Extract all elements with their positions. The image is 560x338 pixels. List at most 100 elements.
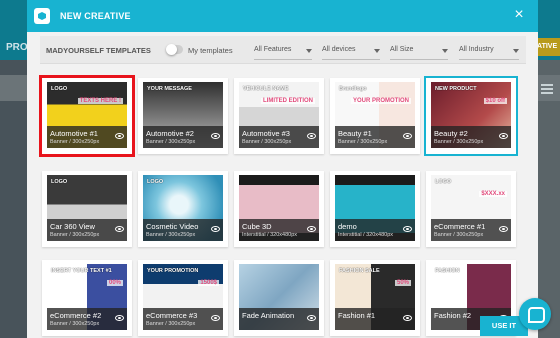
preview-eye-icon[interactable] [403, 226, 412, 232]
my-templates-toggle[interactable] [166, 44, 183, 55]
template-size: Interstitial / 320x480px [242, 232, 298, 238]
template-name: Beauty #1 [338, 129, 372, 138]
menu-icon[interactable] [541, 84, 553, 96]
template-caption: Fashion #1 [335, 308, 415, 330]
template-size: Banner / 300x250px [50, 232, 100, 238]
template-card[interactable]: LOGO $XXX.xx eCommerce #1 Banner / 300x250p… [426, 171, 516, 247]
template-size: Banner / 300x250px [434, 232, 484, 238]
template-card[interactable]: demo Interstitial / 320x480px [330, 171, 420, 247]
preview-eye-icon[interactable] [403, 315, 412, 321]
template-size: Interstitial / 320x480px [338, 232, 394, 238]
template-name: Automotive #1 [50, 129, 98, 138]
modal-header: NEW CREATIVE × [27, 0, 538, 32]
devices-dropdown[interactable]: All devices [322, 40, 380, 60]
thumbnail-text: YOUR PROMOTION [350, 98, 411, 104]
thumbnail-title: NEW PRODUCT [435, 86, 477, 92]
template-card[interactable]: VEHICULE NAME LIMITED EDITION Automotive #… [234, 78, 324, 154]
preview-eye-icon[interactable] [115, 133, 124, 139]
template-card[interactable]: NEW PRODUCT $10 off Beauty #2 Banner / 300x… [424, 76, 518, 156]
template-size: Banner / 300x250px [50, 139, 100, 145]
template-card[interactable]: YOUR PROMOTION 1500$ eCommerce #3 Banner / … [138, 260, 228, 336]
template-card[interactable]: LOGO Cosmetic Video Banner / 300x250px [138, 171, 228, 247]
template-name: Cube 3D [242, 222, 272, 231]
app-sidebar [0, 60, 30, 338]
template-name: Fade Animation [242, 311, 295, 320]
chevron-down-icon [513, 49, 519, 53]
preview-eye-icon[interactable] [403, 133, 412, 139]
template-card[interactable]: Cube 3D Interstitial / 320x480px [234, 171, 324, 247]
thumbnail-title: VEHICULE NAME [243, 86, 289, 92]
thumbnail-text: LIMITED EDITION [261, 98, 315, 104]
thumbnail-text: 50% [394, 280, 411, 286]
template-caption: Automotive #2 Banner / 300x250px [143, 126, 223, 148]
chat-icon[interactable] [519, 298, 551, 330]
template-size: Banner / 300x250px [434, 139, 484, 145]
thumbnail-title: Brandlogo [339, 86, 367, 92]
template-caption: Beauty #1 Banner / 300x250px [335, 126, 415, 148]
template-caption: Fade Animation [239, 308, 319, 330]
template-size: Banner / 300x250px [146, 321, 196, 327]
template-caption: Beauty #2 Banner / 300x250px [431, 126, 511, 148]
template-name: Cosmetic Video [146, 222, 199, 231]
thumbnail-text: TEXTS HERE ! [77, 98, 123, 104]
template-caption: Car 360 View Banner / 300x250px [47, 219, 127, 241]
features-dropdown-value: All Features [254, 46, 292, 53]
thumbnail-title: YOUR PROMOTION [147, 268, 199, 274]
close-icon[interactable]: × [512, 7, 526, 23]
thumbnail-title: INSERT YOUR TEXT #1 [51, 268, 112, 274]
preview-eye-icon[interactable] [115, 226, 124, 232]
preview-eye-icon[interactable] [499, 226, 508, 232]
preview-eye-icon[interactable] [115, 315, 124, 321]
modal-title: NEW CREATIVE [60, 11, 131, 21]
size-dropdown[interactable]: All Size [390, 40, 448, 60]
thumbnail-title: LOGO [147, 179, 164, 185]
preview-eye-icon[interactable] [307, 315, 316, 321]
preview-eye-icon[interactable] [307, 133, 316, 139]
template-card[interactable]: INSERT YOUR TEXT #1 00% eCommerce #2 Banner… [42, 260, 132, 336]
template-name: eCommerce #3 [146, 311, 198, 320]
industry-dropdown[interactable]: All Industry [459, 40, 519, 60]
template-caption: eCommerce #3 Banner / 300x250px [143, 308, 223, 330]
templates-title: MADYOURSELF TEMPLATES [46, 46, 151, 55]
size-dropdown-value: All Size [390, 46, 414, 53]
template-card[interactable]: Brandlogo YOUR PROMOTION Beauty #1 Banner /… [330, 78, 420, 154]
thumbnail-title: LOGO [51, 179, 68, 185]
features-dropdown[interactable]: All Features [254, 40, 312, 60]
template-name: eCommerce #2 [50, 311, 102, 320]
chevron-down-icon [374, 49, 380, 53]
thumbnail-title: LOGO [435, 179, 452, 185]
template-size: Banner / 300x250px [146, 139, 196, 145]
template-name: Automotive #3 [242, 129, 290, 138]
filter-bar: MADYOURSELF TEMPLATES My templates All F… [40, 36, 526, 64]
preview-eye-icon[interactable] [211, 133, 220, 139]
preview-eye-icon[interactable] [211, 315, 220, 321]
template-size: Banner / 300x250px [50, 321, 100, 327]
preview-eye-icon[interactable] [307, 226, 316, 232]
preview-eye-icon[interactable] [499, 133, 508, 139]
template-card[interactable]: YOUR MESSAGE Automotive #2 Banner / 300x25… [138, 78, 228, 154]
app-logo-icon [34, 8, 50, 24]
template-name: eCommerce #1 [434, 222, 486, 231]
new-creative-modal: NEW CREATIVE × MADYOURSELF TEMPLATES My … [27, 0, 538, 338]
template-caption: Automotive #3 Banner / 300x250px [239, 126, 319, 148]
template-caption: Cosmetic Video Banner / 300x250px [143, 219, 223, 241]
template-name: Beauty #2 [434, 129, 468, 138]
template-caption: Automotive #1 Banner / 300x250px [47, 126, 127, 148]
thumbnail-text: 1500$ [198, 280, 219, 286]
template-caption: eCommerce #2 Banner / 300x250px [47, 308, 127, 330]
thumbnail-title: FASHION [435, 268, 460, 274]
template-card[interactable]: LOGO TEXTS HERE ! Automotive #1 Banner / 30… [39, 75, 135, 157]
template-card[interactable]: FASHION SALE 50% Fashion #1 [330, 260, 420, 336]
template-name: demo [338, 222, 357, 231]
preview-eye-icon[interactable] [211, 226, 220, 232]
template-name: Fashion #2 [434, 311, 472, 320]
template-card[interactable]: LOGO Car 360 View Banner / 300x250px [42, 171, 132, 247]
my-templates-label: My templates [188, 46, 233, 55]
thumbnail-title: YOUR MESSAGE [147, 86, 192, 92]
devices-dropdown-value: All devices [322, 46, 356, 53]
template-size: Banner / 300x250px [338, 139, 388, 145]
template-caption: demo Interstitial / 320x480px [335, 219, 415, 241]
template-card[interactable]: Fade Animation [234, 260, 324, 336]
chevron-down-icon [306, 49, 312, 53]
template-name: Automotive #2 [146, 129, 194, 138]
